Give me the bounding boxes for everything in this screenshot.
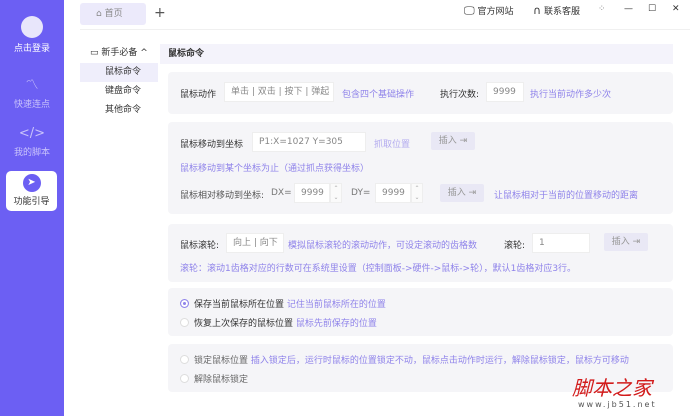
radio-hint: 记住当前鼠标所在的位置 [286, 300, 386, 310]
wheel-count-label: 滚轮: [504, 241, 526, 251]
insert-label: 插入 [438, 136, 457, 146]
count-hint: 执行当前动作多少次 [530, 90, 612, 100]
nav-item-other[interactable]: 其他命令 [80, 101, 158, 120]
sidebar: 点击登录 〽 快速连点 </> 我的脚本 ➤ 功能引导 [0, 0, 64, 416]
insert-wheel-button[interactable]: 插入 ⇥ [604, 233, 648, 251]
mouse-wheel-card: 鼠标滚轮: 向上 | 向下 模拟鼠标滚轮的滚动动作，可设定滚动的齿格数 滚轮: … [168, 224, 673, 282]
insert-relative-button[interactable]: 插入 ⇥ [440, 184, 484, 202]
relative-move-hint: 让鼠标相对于当前的位置移动的距离 [494, 191, 639, 201]
insert-icon: ⇥ [459, 136, 468, 146]
sidebar-item-quick-click[interactable]: 〽 快速连点 [0, 74, 64, 110]
home-icon: ⌂ [96, 9, 105, 19]
dy-input[interactable]: 9999 [375, 183, 411, 203]
wheel-label: 鼠标滚轮: [180, 241, 220, 251]
save-position-radio[interactable]: 保存当前鼠标所在位置 记住当前鼠标所在的位置 [180, 297, 386, 310]
close-button[interactable]: ✕ [672, 4, 680, 14]
login-label: 点击登录 [13, 44, 50, 54]
dx-input[interactable]: 9999 [294, 183, 330, 203]
page-title: 鼠标命令 [160, 44, 673, 64]
grab-position-link[interactable]: 抓取位置 [374, 137, 410, 150]
move-hint: 鼠标移动到某个坐标为止（通过抓点获得坐标） [180, 164, 370, 174]
radio-hint: 鼠标先前保存的位置 [295, 319, 377, 329]
sidebar-item-guide[interactable]: ➤ 功能引导 [6, 171, 57, 211]
position-card: 保存当前鼠标所在位置 记住当前鼠标所在的位置 恢复上次保存的鼠标位置 鼠标先前保… [168, 288, 673, 336]
action-label: 鼠标动作 [180, 90, 217, 100]
headset-icon: ∩ [533, 4, 542, 17]
insert-label: 插入 [611, 237, 630, 247]
divider [80, 29, 690, 30]
wheel-count-input[interactable]: 1 [532, 233, 590, 253]
support-link[interactable]: ∩ 联系客服 [533, 4, 580, 17]
main-panel: 鼠标命令 鼠标动作 单击 | 双击 | 按下 | 弹起 包含四个基础操作 执行次… [160, 40, 673, 416]
chevron-up-icon: ^ [140, 48, 148, 58]
coordinate-input[interactable]: P1:X=1027 Y=305 [252, 132, 366, 152]
sidebar-item-label: 快速连点 [13, 100, 50, 110]
dy-label: DY= [351, 188, 371, 198]
nav-group-label: 新手必备 [101, 48, 138, 58]
sidebar-item-label: 功能引导 [13, 197, 50, 207]
relative-move-label: 鼠标相对移动到坐标: [180, 191, 265, 201]
radio-label: 保存当前鼠标所在位置 [194, 300, 285, 310]
nav-item-mouse[interactable]: 鼠标命令 [80, 63, 158, 82]
sidebar-item-label: 我的脚本 [13, 148, 50, 158]
watermark-url: www.jb51.net [578, 400, 657, 409]
radio-label: 解除鼠标锁定 [194, 375, 249, 385]
wheel-direction-select[interactable]: 向上 | 向下 [226, 233, 284, 253]
lock-mouse-radio[interactable]: 锁定鼠标位置 插入锁定后，运行时鼠标的位置锁定不动，鼠标点击动作时运行，解除鼠标… [180, 353, 629, 366]
monitor-icon: 🖵 [464, 4, 475, 17]
unlock-mouse-radio[interactable]: 解除鼠标锁定 [180, 372, 248, 385]
mouse-action-card: 鼠标动作 单击 | 双击 | 按下 | 弹起 包含四个基础操作 执行次数: 99… [168, 72, 673, 114]
radio-hint: 插入锁定后，运行时鼠标的位置锁定不动，鼠标点击动作时运行，解除鼠标锁定，鼠标方可… [250, 356, 629, 366]
minimize-button[interactable]: — [624, 4, 633, 14]
count-input[interactable]: 9999 [486, 82, 524, 102]
command-nav: ▭ 新手必备 ^ 鼠标命令 键盘命令 其他命令 [80, 44, 158, 416]
action-hint: 包含四个基础操作 [342, 90, 415, 100]
folder-icon: ▭ [90, 48, 102, 58]
insert-button[interactable]: 插入 ⇥ [431, 132, 475, 150]
radio-icon [180, 318, 189, 327]
radio-icon [180, 374, 189, 383]
sidebar-item-my-scripts[interactable]: </> 我的脚本 [0, 126, 64, 158]
tab-home[interactable]: ⌂ 首页 [80, 3, 146, 25]
website-label: 官方网站 [477, 7, 514, 17]
radio-icon [180, 299, 189, 308]
action-select[interactable]: 单击 | 双击 | 按下 | 弹起 [224, 82, 334, 102]
insert-icon: ⇥ [468, 188, 477, 198]
apps-icon[interactable]: ⁘ [598, 4, 606, 14]
radio-icon [180, 355, 189, 364]
radio-label: 锁定鼠标位置 [194, 356, 249, 366]
add-tab-button[interactable]: + [154, 5, 166, 21]
dx-stepper[interactable]: ⌃ ⌄ [330, 183, 342, 203]
wheel-note: 滚轮：滚动1齿格对应的行数可在系统里设置（控制面板->硬件->鼠标->轮），默认… [180, 264, 577, 274]
restore-position-radio[interactable]: 恢复上次保存的鼠标位置 鼠标先前保存的位置 [180, 316, 377, 329]
nav-item-keyboard[interactable]: 键盘命令 [80, 82, 158, 101]
send-icon: ➤ [22, 174, 41, 192]
avatar-icon [21, 16, 43, 38]
move-label: 鼠标移动到坐标 [180, 140, 244, 150]
login-button[interactable]: 点击登录 [0, 16, 64, 54]
connect-icon: 〽 [25, 78, 39, 93]
nav-group-newbie[interactable]: ▭ 新手必备 ^ [80, 44, 158, 63]
dx-label: DX= [271, 188, 292, 198]
insert-icon: ⇥ [632, 237, 641, 247]
mouse-move-card: 鼠标移动到坐标 P1:X=1027 Y=305 抓取位置 插入 ⇥ 鼠标移动到某… [168, 122, 673, 214]
watermark-logo: 脚本之家 [572, 376, 652, 400]
radio-label: 恢复上次保存的鼠标位置 [194, 319, 294, 329]
support-label: 联系客服 [543, 7, 580, 17]
maximize-button[interactable]: ☐ [648, 4, 656, 14]
wheel-hint: 模拟鼠标滚轮的滚动动作，可设定滚动的齿格数 [288, 241, 478, 251]
count-label: 执行次数: [440, 90, 480, 100]
tab-label: 首页 [104, 9, 123, 19]
code-icon: </> [18, 126, 46, 141]
website-link[interactable]: 🖵 官方网站 [464, 4, 514, 18]
insert-label: 插入 [447, 188, 466, 198]
dy-stepper[interactable]: ⌃ ⌄ [411, 183, 423, 203]
